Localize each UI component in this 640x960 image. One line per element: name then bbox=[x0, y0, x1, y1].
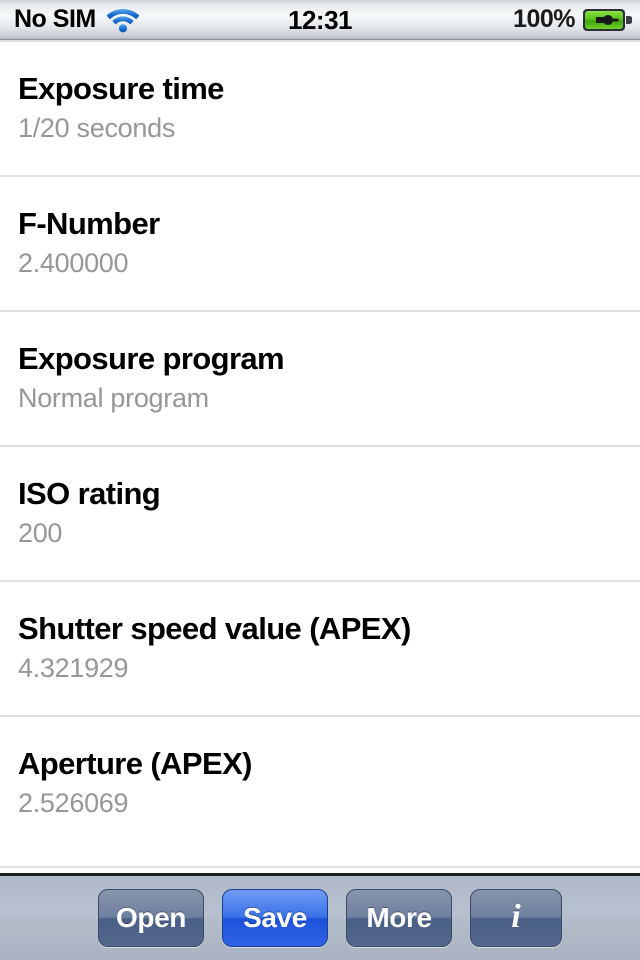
open-button[interactable]: Open bbox=[98, 889, 204, 947]
list-item-value: 2.400000 bbox=[18, 248, 129, 279]
list-item-value: 1/20 seconds bbox=[18, 113, 176, 144]
clock-label: 12:31 bbox=[288, 4, 353, 35]
more-button[interactable]: More bbox=[346, 889, 452, 947]
list-item-value: 200 bbox=[18, 518, 63, 549]
battery-percent-label: 100% bbox=[513, 5, 575, 33]
save-button-label: Save bbox=[243, 902, 307, 933]
save-button[interactable]: Save bbox=[222, 889, 328, 947]
list-item[interactable]: Exposure program Normal program bbox=[0, 310, 640, 445]
list-item[interactable]: Exposure time 1/20 seconds bbox=[0, 40, 640, 175]
open-button-label: Open bbox=[116, 902, 186, 933]
more-button-label: More bbox=[366, 902, 432, 933]
phone-screen: No SIM 12:31 100% Exposure time 1/20 sec… bbox=[0, 0, 640, 960]
list-item-title: Exposure time bbox=[18, 71, 224, 106]
list-item[interactable]: Aperture (APEX) 2.526069 bbox=[0, 715, 640, 850]
battery-charging-icon bbox=[582, 7, 632, 33]
status-bar: No SIM 12:31 100% bbox=[0, 0, 640, 40]
list-item[interactable]: Shutter speed value (APEX) 4.321929 bbox=[0, 580, 640, 715]
info-icon: i bbox=[511, 898, 521, 935]
list-item-title: Shutter speed value (APEX) bbox=[18, 611, 411, 646]
list-item-title: Aperture (APEX) bbox=[18, 746, 252, 781]
list-item-value: 2.526069 bbox=[18, 788, 129, 819]
list-item-title: F-Number bbox=[18, 206, 160, 241]
list-item[interactable]: ISO rating 200 bbox=[0, 445, 640, 580]
list-item-title: Exposure program bbox=[18, 341, 285, 376]
exif-detail-list[interactable]: Exposure time 1/20 seconds F-Number 2.40… bbox=[0, 40, 640, 873]
status-bar-right: 100% bbox=[513, 0, 632, 39]
list-item-value: 4.321929 bbox=[18, 653, 129, 684]
list-item-value: Normal program bbox=[18, 383, 209, 414]
list-item[interactable]: F-Number 2.400000 bbox=[0, 175, 640, 310]
bottom-toolbar: Open Save More i bbox=[0, 873, 640, 960]
info-button[interactable]: i bbox=[470, 889, 562, 947]
list-item-title: ISO rating bbox=[18, 476, 161, 511]
list-bottom-divider bbox=[0, 866, 640, 868]
